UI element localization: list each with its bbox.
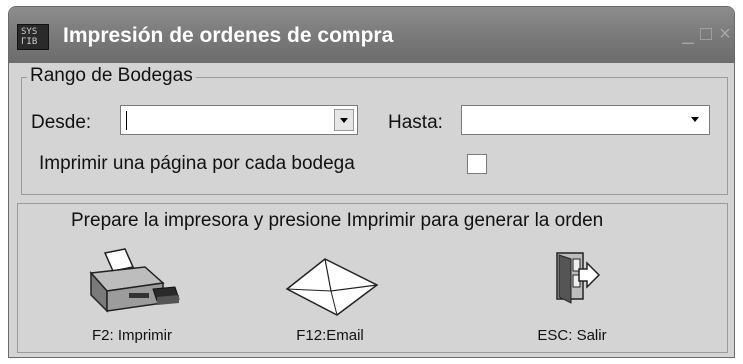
print-orders-window: SYS ГІВ Impresión de ordenes de compra _ …	[8, 6, 735, 358]
warehouse-range-group	[21, 77, 728, 195]
per-store-label: Imprimir una página por cada bodega	[39, 153, 355, 174]
to-combo[interactable]	[461, 105, 710, 135]
maximize-icon[interactable]: □	[697, 23, 715, 45]
exit-label: ESC: Salir	[537, 327, 607, 344]
email-button[interactable]: F12:Email	[265, 245, 395, 349]
title-bar[interactable]: SYS ГІВ Impresión de ordenes de compra _ …	[9, 7, 734, 63]
exit-button[interactable]: ESC: Salir	[507, 245, 637, 349]
per-store-checkbox[interactable]	[467, 154, 487, 174]
to-dropdown-icon[interactable]	[686, 109, 706, 131]
print-button[interactable]: F2: Imprimir	[67, 245, 197, 349]
app-logo-icon: SYS ГІВ	[17, 24, 49, 50]
instruction-message: Prepare la impresora y presione Imprimir…	[71, 210, 604, 231]
exit-door-icon	[556, 252, 601, 304]
from-dropdown-icon[interactable]	[334, 109, 354, 131]
window-title: Impresión de ordenes de compra	[63, 24, 394, 47]
close-icon[interactable]: ×	[716, 23, 734, 45]
warehouse-range-legend: Rango de Bodegas	[27, 65, 196, 87]
email-label: F12:Email	[296, 327, 364, 344]
from-label: Desde:	[31, 112, 92, 133]
to-label: Hasta:	[388, 112, 443, 133]
minimize-icon[interactable]: _	[679, 23, 697, 45]
printer-icon	[89, 248, 180, 313]
print-label: F2: Imprimir	[92, 327, 172, 344]
text-cursor	[126, 111, 127, 130]
envelope-icon	[285, 258, 379, 316]
from-combo[interactable]	[120, 105, 358, 135]
